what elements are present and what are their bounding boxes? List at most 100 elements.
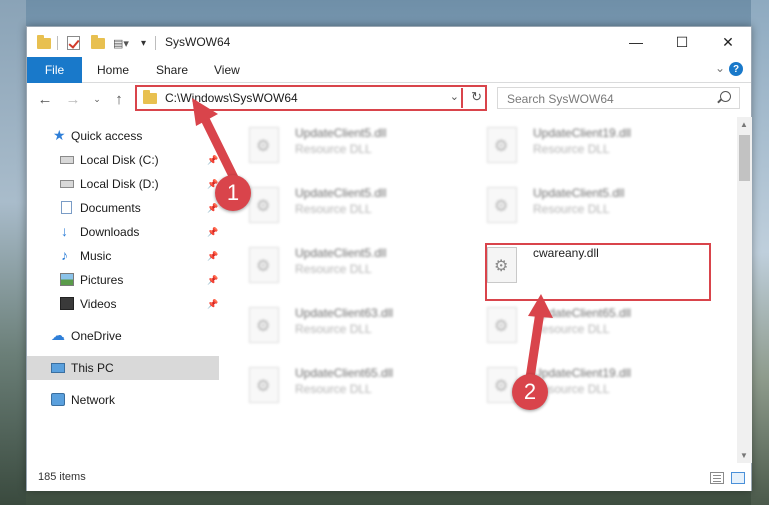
maximize-button[interactable]: ☐ [659, 27, 705, 57]
refresh-icon[interactable]: ↻ [471, 89, 482, 105]
dll-file-icon [487, 127, 517, 163]
help-icon[interactable]: ? [729, 62, 743, 76]
vertical-scrollbar[interactable]: ▲ ▼ [737, 117, 752, 463]
up-button[interactable]: ↑ [109, 89, 129, 109]
divider [57, 36, 58, 50]
nav-item-documents[interactable]: Documents 📌 [27, 196, 219, 220]
file-item[interactable]: UpdateClient19.dll Resource DLL [459, 357, 689, 409]
search-placeholder: Search SysWOW64 [507, 92, 614, 106]
file-type: Resource DLL [295, 322, 372, 336]
file-type: Resource DLL [295, 262, 372, 276]
properties-icon[interactable] [67, 35, 80, 51]
step-badge-2: 2 [512, 374, 548, 410]
recent-locations-icon[interactable]: ⌄ [87, 89, 107, 109]
nav-item-local-disk-c[interactable]: Local Disk (C:) 📌 [27, 148, 219, 172]
address-path: C:\Windows\SysWOW64 [165, 91, 298, 105]
nav-item-quick-access[interactable]: ★ Quick access [27, 124, 219, 148]
navigation-pane: ★ Quick access Local Disk (C:) 📌 Local D… [27, 117, 219, 463]
pin-icon[interactable]: 📌 [207, 275, 218, 286]
folder-icon [143, 89, 157, 104]
search-icon [720, 91, 731, 102]
minimize-button[interactable]: — [613, 27, 659, 57]
videos-icon [60, 297, 74, 310]
nav-item-downloads[interactable]: ↓ Downloads 📌 [27, 220, 219, 244]
back-button[interactable]: ← [35, 89, 55, 109]
file-type: Resource DLL [533, 142, 610, 156]
nav-item-label: Quick access [71, 129, 143, 143]
status-bar: 185 items [27, 467, 751, 491]
dll-file-icon [249, 247, 279, 283]
address-bar[interactable]: C:\Windows\SysWOW64 ⌄ ↻ [135, 85, 487, 111]
file-type: Resource DLL [533, 202, 610, 216]
file-item[interactable]: UpdateClient63.dll Resource DLL [221, 297, 451, 349]
dll-file-icon [249, 367, 279, 403]
nav-item-label: Local Disk (C:) [80, 153, 159, 167]
file-type: Resource DLL [533, 322, 610, 336]
ribbon-tabs: File Home Share View ⌄ ? [27, 57, 751, 83]
dll-file-icon [249, 127, 279, 163]
nav-item-label: Downloads [80, 225, 140, 239]
file-item[interactable]: UpdateClient19.dll Resource DLL [459, 117, 689, 169]
search-input[interactable]: Search SysWOW64 [497, 87, 740, 109]
step-badge-1: 1 [215, 175, 251, 211]
file-name: UpdateClient65.dll [295, 366, 394, 380]
address-row: ← → ⌄ ↑ C:\Windows\SysWOW64 ⌄ ↻ Search S… [27, 84, 751, 114]
file-name: UpdateClient19.dll [533, 366, 632, 380]
file-item[interactable]: UpdateClient5.dll Resource DLL [459, 177, 689, 229]
nav-item-this-pc[interactable]: This PC [27, 356, 219, 380]
details-view-icon[interactable] [710, 472, 724, 484]
tab-view[interactable]: View [214, 57, 240, 83]
pin-icon[interactable]: 📌 [207, 203, 218, 214]
highlight-box [485, 243, 711, 301]
dll-file-icon [249, 187, 279, 223]
file-type: Resource DLL [295, 142, 372, 156]
pin-icon[interactable]: 📌 [207, 251, 218, 262]
file-item[interactable]: UpdateClient65.dll Resource DLL [221, 357, 451, 409]
nav-item-label: Music [80, 249, 112, 263]
close-button[interactable]: ✕ [705, 27, 751, 57]
nav-item-onedrive[interactable]: ☁ OneDrive [27, 324, 219, 348]
quick-access-dropdown-icon[interactable]: ▾ [141, 35, 146, 51]
file-item[interactable]: UpdateClient5.dll Resource DLL [221, 237, 451, 289]
item-count: 185 items [38, 471, 86, 483]
nav-item-videos[interactable]: Videos 📌 [27, 292, 219, 316]
nav-item-label: Pictures [80, 273, 124, 287]
file-list: UpdateClient5.dll Resource DLL UpdateCli… [221, 117, 735, 463]
pin-icon[interactable]: 📌 [207, 299, 218, 310]
divider [155, 36, 156, 50]
file-name: UpdateClient65.dll [533, 306, 632, 320]
nav-item-label: Videos [80, 297, 117, 311]
drive-icon [60, 180, 74, 188]
expand-ribbon-icon[interactable]: ⌄ [715, 61, 725, 75]
desktop-background-left [0, 0, 26, 505]
folder-icon [37, 34, 51, 51]
nav-item-pictures[interactable]: Pictures 📌 [27, 268, 219, 292]
nav-item-music[interactable]: ♪ Music 📌 [27, 244, 219, 268]
scroll-up-icon[interactable]: ▲ [740, 120, 748, 129]
tab-file[interactable]: File [27, 57, 82, 83]
dll-file-icon [487, 187, 517, 223]
divider [461, 88, 463, 108]
tab-home[interactable]: Home [97, 57, 129, 83]
nav-item-label: Documents [80, 201, 141, 215]
large-icons-view-icon[interactable] [731, 472, 745, 484]
dll-file-icon [249, 307, 279, 343]
new-folder-icon[interactable] [91, 34, 105, 51]
file-item[interactable]: UpdateClient5.dll Resource DLL [221, 177, 451, 229]
pin-icon[interactable]: 📌 [207, 227, 218, 238]
nav-item-local-disk-d[interactable]: Local Disk (D:) 📌 [27, 172, 219, 196]
nav-item-network[interactable]: Network [27, 388, 219, 412]
drive-icon [60, 156, 74, 164]
nav-item-label: Local Disk (D:) [80, 177, 159, 191]
customize-quick-access-icon[interactable]: ▤▾ [113, 35, 129, 51]
nav-item-label: OneDrive [71, 329, 122, 343]
scroll-thumb[interactable] [739, 135, 750, 181]
forward-button[interactable]: → [63, 89, 83, 109]
scroll-down-icon[interactable]: ▼ [740, 451, 748, 460]
file-item[interactable]: UpdateClient5.dll Resource DLL [221, 117, 451, 169]
file-name: UpdateClient5.dll [533, 186, 625, 200]
tab-share[interactable]: Share [156, 57, 188, 83]
file-item[interactable]: UpdateClient65.dll Resource DLL [459, 297, 689, 349]
pin-icon[interactable]: 📌 [207, 155, 218, 166]
address-dropdown-icon[interactable]: ⌄ [450, 90, 459, 103]
